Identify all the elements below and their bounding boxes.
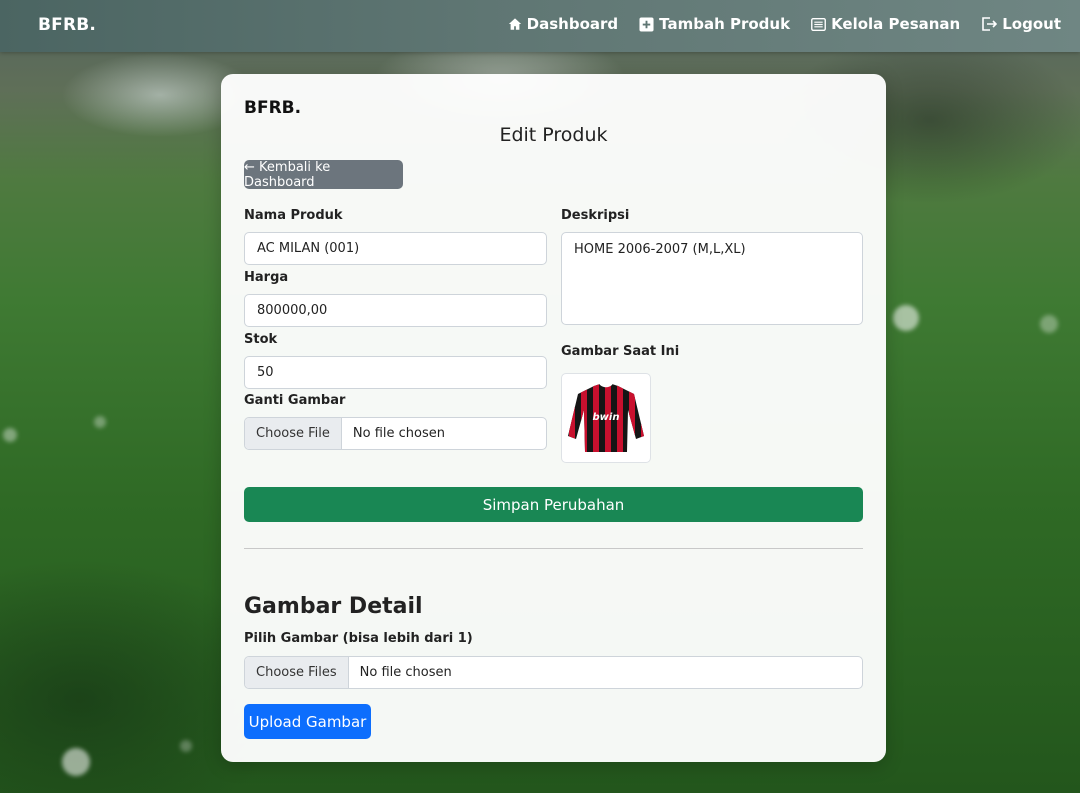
nav-link-label: Dashboard (526, 15, 619, 33)
nav-link-label: Kelola Pesanan (831, 15, 961, 33)
ganti-gambar-file-input[interactable]: Choose File No file chosen (244, 417, 547, 450)
navbar: BFRB. Dashboard Tambah Produk Kelola Pes… (0, 0, 1080, 52)
bokeh-light (893, 305, 919, 331)
nav-link-logout[interactable]: Logout (981, 15, 1061, 33)
deskripsi-textarea[interactable]: HOME 2006-2007 (M,L,XL) (561, 232, 863, 325)
upload-image-button[interactable]: Upload Gambar (244, 704, 371, 739)
choose-file-button[interactable]: Choose File (245, 418, 342, 449)
navbar-brand[interactable]: BFRB. (38, 15, 96, 35)
harga-label: Harga (244, 270, 289, 285)
page-title: Edit Produk (499, 124, 608, 146)
logout-icon (981, 17, 998, 31)
nama-produk-input[interactable]: AC MILAN (001) (244, 232, 547, 265)
ganti-gambar-label: Ganti Gambar (244, 393, 346, 408)
save-changes-button[interactable]: Simpan Perubahan (244, 487, 863, 522)
gambar-detail-title: Gambar Detail (244, 594, 423, 619)
card-brand: BFRB. (244, 98, 302, 118)
edit-product-card: BFRB. Edit Produk ← Kembali ke Dashboard… (221, 74, 886, 762)
files-status: No file chosen (359, 665, 452, 680)
gambar-saat-ini-label: Gambar Saat Ini (561, 344, 680, 359)
section-divider (244, 548, 863, 549)
back-to-dashboard-button[interactable]: ← Kembali ke Dashboard (244, 160, 403, 190)
file-status: No file chosen (352, 426, 445, 441)
pilih-gambar-label: Pilih Gambar (bisa lebih dari 1) (244, 631, 473, 646)
bokeh-light (62, 748, 90, 776)
navbar-links: Dashboard Tambah Produk Kelola Pesanan L… (508, 15, 1061, 33)
home-icon (508, 17, 522, 31)
choose-files-button[interactable]: Choose Files (245, 657, 349, 688)
nav-link-label: Logout (1002, 15, 1061, 33)
bokeh-light (1040, 315, 1058, 333)
bokeh-light (180, 740, 192, 752)
nav-link-tambah-produk[interactable]: Tambah Produk (639, 15, 790, 33)
harga-input[interactable]: 800000,00 (244, 294, 547, 327)
current-product-image: bwin (561, 373, 651, 463)
plus-square-icon (639, 16, 654, 32)
stok-label: Stok (244, 332, 278, 347)
bokeh-light (3, 428, 17, 442)
stok-input[interactable]: 50 (244, 356, 547, 389)
detail-images-file-input[interactable]: Choose Files No file chosen (244, 656, 863, 689)
bokeh-light (94, 416, 106, 428)
nama-produk-label: Nama Produk (244, 208, 343, 223)
deskripsi-label: Deskripsi (561, 208, 630, 223)
jersey-image: bwin (568, 383, 644, 452)
nav-link-dashboard[interactable]: Dashboard (508, 15, 618, 33)
nav-link-label: Tambah Produk (659, 15, 791, 33)
nav-link-kelola-pesanan[interactable]: Kelola Pesanan (811, 15, 960, 33)
list-icon (811, 17, 826, 31)
jersey-sponsor-text: bwin (593, 412, 620, 423)
